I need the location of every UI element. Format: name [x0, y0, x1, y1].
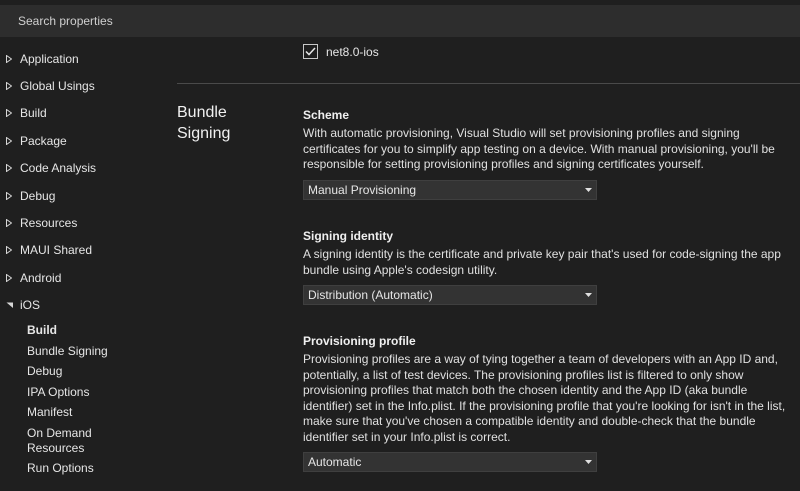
- section-title-line2: Signing: [177, 125, 231, 142]
- signing-identity-description: A signing identity is the certificate an…: [303, 247, 781, 277]
- search-properties-input[interactable]: Search properties: [0, 5, 800, 37]
- sidebar-nav: Application Global Usings Build Package …: [0, 45, 160, 319]
- sidebar-item-label: Package: [20, 133, 67, 148]
- scheme-description: With automatic provisioning, Visual Stud…: [303, 126, 775, 171]
- target-framework-checkbox[interactable]: [303, 44, 318, 59]
- signing-identity-selected-value: Distribution (Automatic): [308, 288, 433, 302]
- ios-item-run-options[interactable]: Run Options: [0, 461, 160, 476]
- sidebar-item-label: Android: [20, 270, 62, 285]
- scheme-dropdown[interactable]: Manual Provisioning: [303, 179, 597, 200]
- chevron-down-icon: [6, 302, 20, 309]
- scheme-property: Scheme With automatic provisioning, Visu…: [303, 108, 798, 200]
- ios-item-manifest[interactable]: Manifest: [0, 405, 160, 420]
- section-title-line1: Bundle: [177, 104, 227, 121]
- target-framework-label: net8.0-ios: [326, 44, 379, 59]
- section-title: Bundle Signing: [177, 102, 230, 144]
- ios-item-bundle-signing[interactable]: Bundle Signing: [0, 344, 160, 359]
- signing-identity-title: Signing identity: [303, 229, 393, 243]
- target-framework-checkbox-row[interactable]: net8.0-ios: [303, 44, 379, 59]
- sidebar-item-ios[interactable]: iOS: [0, 292, 160, 319]
- sidebar-item-package[interactable]: Package: [0, 127, 160, 154]
- sidebar-item-label: MAUI Shared: [20, 243, 93, 258]
- sidebar-item-label: Debug: [20, 188, 56, 203]
- sidebar-item-label: iOS: [20, 298, 41, 313]
- signing-identity-dropdown[interactable]: Distribution (Automatic): [303, 285, 597, 305]
- checkmark-icon: [305, 47, 316, 56]
- sidebar-item-label: Global Usings: [20, 79, 95, 94]
- sidebar-item-label: Resources: [20, 216, 78, 231]
- sidebar-item-application[interactable]: Application: [0, 45, 160, 72]
- signing-identity-property: Signing identity A signing identity is t…: [303, 229, 798, 305]
- ios-subsection-list: Build Bundle Signing Debug IPA Options M…: [0, 323, 160, 482]
- sidebar-item-maui-shared[interactable]: MAUI Shared: [0, 237, 160, 264]
- chevron-right-icon: [6, 109, 20, 118]
- section-divider: [177, 83, 800, 84]
- chevron-right-icon: [6, 136, 20, 145]
- sidebar-item-debug[interactable]: Debug: [0, 182, 160, 209]
- scheme-title: Scheme: [303, 108, 350, 122]
- provisioning-profile-dropdown[interactable]: Automatic: [303, 452, 597, 472]
- sidebar-item-android[interactable]: Android: [0, 264, 160, 291]
- scheme-selected-value: Manual Provisioning: [308, 182, 417, 197]
- ios-item-on-demand-resources[interactable]: On Demand Resources: [0, 426, 107, 456]
- chevron-right-icon: [6, 191, 20, 200]
- chevron-right-icon: [6, 273, 20, 282]
- sidebar-item-label: Build: [20, 106, 47, 121]
- dropdown-arrow-icon: [585, 187, 592, 192]
- chevron-right-icon: [6, 82, 20, 91]
- dropdown-arrow-icon: [585, 460, 592, 464]
- sidebar-item-label: Code Analysis: [20, 161, 97, 176]
- sidebar-item-global-usings[interactable]: Global Usings: [0, 72, 160, 99]
- provisioning-profile-property: Provisioning profile Provisioning profil…: [303, 334, 798, 472]
- sidebar-item-build[interactable]: Build: [0, 100, 160, 127]
- sidebar-item-label: Application: [20, 51, 79, 66]
- ios-item-ipa-options[interactable]: IPA Options: [0, 385, 160, 400]
- dropdown-arrow-icon: [585, 293, 592, 297]
- ios-item-build[interactable]: Build: [0, 323, 160, 338]
- provisioning-profile-title: Provisioning profile: [303, 334, 416, 348]
- provisioning-profile-description: Provisioning profiles are a way of tying…: [303, 352, 786, 444]
- chevron-right-icon: [6, 164, 20, 173]
- search-placeholder: Search properties: [18, 14, 113, 28]
- chevron-right-icon: [6, 54, 20, 63]
- chevron-right-icon: [6, 246, 20, 255]
- provisioning-profile-selected-value: Automatic: [308, 455, 362, 469]
- ios-item-debug[interactable]: Debug: [0, 364, 160, 379]
- chevron-right-icon: [6, 219, 20, 228]
- sidebar-item-resources[interactable]: Resources: [0, 209, 160, 236]
- sidebar-item-code-analysis[interactable]: Code Analysis: [0, 155, 160, 182]
